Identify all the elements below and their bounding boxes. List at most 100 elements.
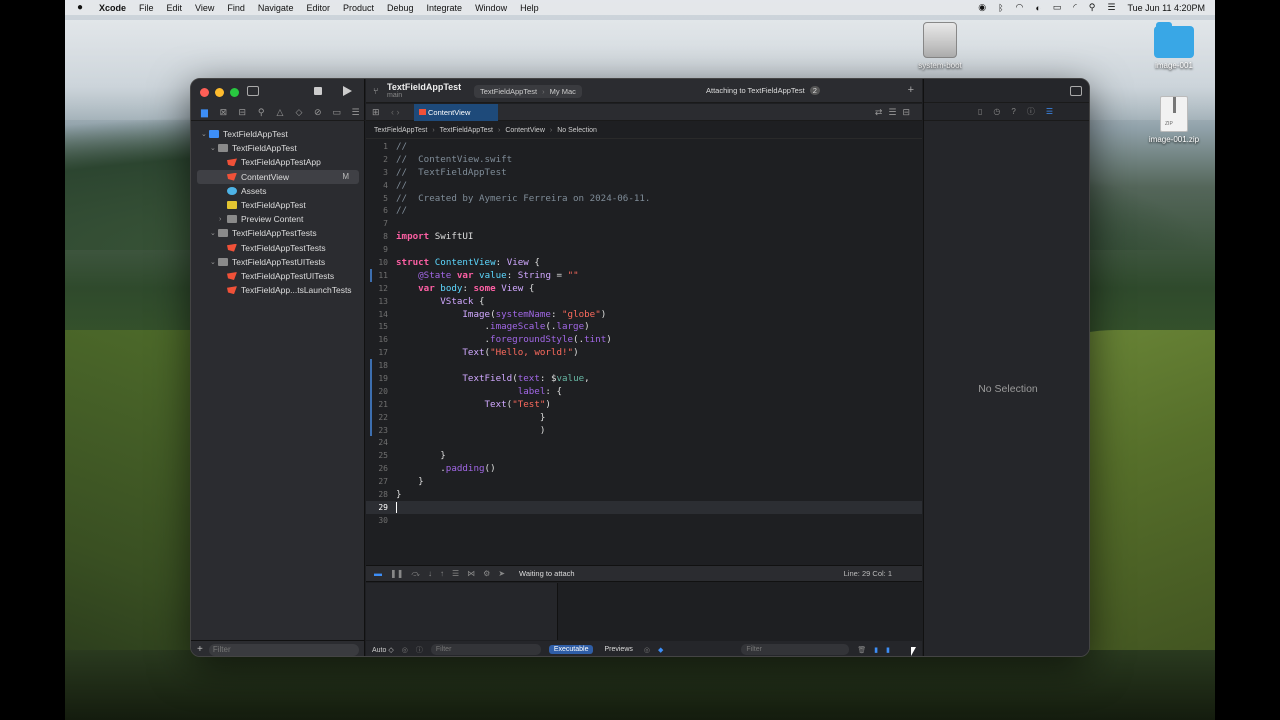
source-control-icon[interactable]: ⊠	[214, 107, 233, 118]
bluetooth-icon[interactable]: ᛒ	[998, 3, 1003, 13]
pause-icon[interactable]: ❚❚	[390, 569, 403, 578]
code-line[interactable]: 22 }	[366, 410, 922, 424]
sidebar-item[interactable]: TextFieldAppTest	[191, 198, 365, 212]
nav-arrows-icon[interactable]: ‹ ›	[391, 107, 400, 117]
sidebar-item[interactable]: ⌄ TextFieldAppTest	[191, 141, 365, 155]
sidebar-item[interactable]: ContentView M	[197, 169, 359, 184]
file-inspector-icon[interactable]: ▯	[978, 107, 982, 116]
swift-icon[interactable]: ◆	[658, 646, 663, 654]
code-line[interactable]: 12 var body: some View {	[366, 282, 922, 295]
search-icon[interactable]: ⚲	[1089, 2, 1096, 13]
run-icon[interactable]	[343, 86, 352, 96]
code-line[interactable]: 11 @State var value: String = ""	[366, 268, 922, 282]
wifi-icon[interactable]: ◜	[1073, 2, 1077, 13]
add-icon[interactable]: +	[197, 644, 203, 655]
sidebar-item[interactable]: TextFieldAppTestApp	[191, 155, 365, 169]
sidebar-item[interactable]: TextFieldAppTestTests	[191, 241, 365, 255]
source-editor[interactable]: 1 // 2 // ContentView.swift 3 // TextFieldApp…	[366, 140, 922, 564]
change-marker[interactable]	[370, 268, 372, 282]
console-view[interactable]	[559, 583, 922, 640]
disclosure-icon[interactable]: ›	[219, 216, 227, 223]
breakpoint-icon[interactable]: ▭	[327, 107, 346, 118]
code-line[interactable]: 13 VStack {	[366, 295, 922, 308]
console-filter-input[interactable]: Filter	[741, 644, 850, 655]
branch-name[interactable]: main	[387, 92, 402, 99]
desktop-item-image-folder[interactable]: image-001	[1144, 22, 1204, 70]
control-center-icon[interactable]: ☰	[1107, 2, 1115, 13]
menu-file[interactable]: File	[139, 3, 154, 13]
memory-graph-icon[interactable]: ⋈	[467, 569, 475, 578]
variables-filter-input[interactable]: Filter	[430, 644, 541, 655]
stop-icon[interactable]	[314, 87, 322, 95]
project-title[interactable]: TextFieldAppTest	[387, 82, 461, 92]
view-hierarchy-icon[interactable]: ☰	[452, 569, 459, 578]
menu-help[interactable]: Help	[520, 3, 539, 13]
apple-menu-icon[interactable]: ●	[77, 2, 89, 13]
eye-icon[interactable]: ◎	[402, 646, 408, 654]
split-right-icon[interactable]: ▮	[886, 646, 890, 654]
menu-find[interactable]: Find	[227, 3, 245, 13]
auto-selector[interactable]: Auto ◇	[372, 646, 394, 654]
eye-icon[interactable]: ◎	[644, 646, 650, 654]
sidebar-toggle-icon[interactable]	[247, 86, 259, 96]
code-line[interactable]: 9	[366, 243, 922, 256]
breadcrumb-selection[interactable]: No Selection	[557, 127, 597, 134]
change-marker[interactable]	[370, 384, 372, 398]
menu-app-name[interactable]: Xcode	[99, 3, 126, 13]
identity-inspector-icon[interactable]: ⓘ	[1027, 106, 1035, 117]
menu-view[interactable]: View	[195, 3, 214, 13]
previews-button[interactable]: Previews	[601, 645, 635, 654]
disclosure-icon[interactable]: ⌄	[210, 144, 218, 152]
code-line[interactable]: 27 }	[366, 475, 922, 488]
breadcrumb-project[interactable]: TextFieldAppTest	[374, 127, 427, 134]
menu-editor[interactable]: Editor	[306, 3, 330, 13]
code-line[interactable]: 18	[366, 359, 922, 373]
menu-debug[interactable]: Debug	[387, 3, 414, 13]
code-line[interactable]: 28}	[366, 488, 922, 501]
debug-area-toggle-icon[interactable]: ▬	[374, 569, 382, 578]
change-marker[interactable]	[370, 410, 372, 424]
change-marker[interactable]	[370, 372, 372, 385]
desktop-item-image-zip[interactable]: ZIP image-001.zip	[1140, 96, 1208, 144]
disclosure-icon[interactable]: ⌄	[210, 258, 218, 266]
step-out-icon[interactable]: ↑	[440, 569, 444, 578]
scheme-selector[interactable]: TextFieldAppTest › My Mac	[474, 85, 582, 98]
history-inspector-icon[interactable]: ◷	[993, 107, 1000, 116]
disclosure-icon[interactable]: ⌄	[201, 130, 209, 138]
code-line[interactable]: 30	[366, 514, 922, 527]
code-line[interactable]: 20 label: {	[366, 384, 922, 398]
code-line[interactable]: 8 import SwiftUI	[366, 230, 922, 243]
breadcrumb-file[interactable]: ContentView	[505, 127, 545, 134]
sidebar-item[interactable]: ⌄ TextFieldAppTestUITests	[191, 255, 365, 269]
add-tab-icon[interactable]: +	[908, 84, 914, 96]
report-icon[interactable]: ☰	[346, 107, 365, 118]
code-line[interactable]: 14 Image(systemName: "globe")	[366, 308, 922, 321]
related-items-icon[interactable]: ⊞	[372, 107, 380, 118]
breadcrumb-group[interactable]: TextFieldAppTest	[440, 127, 493, 134]
minimize-button[interactable]	[215, 88, 224, 97]
menu-window[interactable]: Window	[475, 3, 507, 13]
code-line[interactable]: 16 . foregroundStyle (. tint)	[366, 333, 922, 346]
step-in-icon[interactable]: ↓	[428, 569, 432, 578]
help-inspector-icon[interactable]: ?	[1011, 107, 1015, 116]
sidebar-item[interactable]: › Preview Content	[191, 212, 365, 226]
navigator-filter-input[interactable]: Filter	[208, 643, 359, 656]
code-line[interactable]: 6 //	[366, 204, 922, 217]
editor-options-icon[interactable]: ⇄☰⊟	[875, 107, 916, 118]
menubar-clock[interactable]: Tue Jun 11 4:20PM	[1127, 3, 1205, 13]
sidebar-item[interactable]: Assets	[191, 184, 365, 198]
record-icon[interactable]: ◉	[978, 2, 986, 13]
variables-view[interactable]	[366, 583, 558, 640]
change-marker[interactable]	[370, 423, 372, 437]
disclosure-icon[interactable]: ⌄	[210, 229, 218, 237]
headphones-icon[interactable]: ◠	[1015, 2, 1023, 13]
desktop-item-system-boot[interactable]: system-boot	[910, 22, 970, 70]
code-line[interactable]: 15 . imageScale (. large)	[366, 320, 922, 333]
code-line[interactable]: 23 )	[366, 423, 922, 437]
tab-contentview[interactable]: ContentView	[414, 104, 498, 121]
code-line[interactable]: 7	[366, 217, 922, 230]
sidebar-item[interactable]: TextFieldApp...tsLaunchTests	[191, 283, 365, 297]
code-line[interactable]: 5 // Created by Aymeric Ferreira on 2024-…	[366, 192, 922, 205]
close-button[interactable]	[200, 88, 209, 97]
folder-navigator-icon[interactable]: ▆	[195, 107, 214, 118]
